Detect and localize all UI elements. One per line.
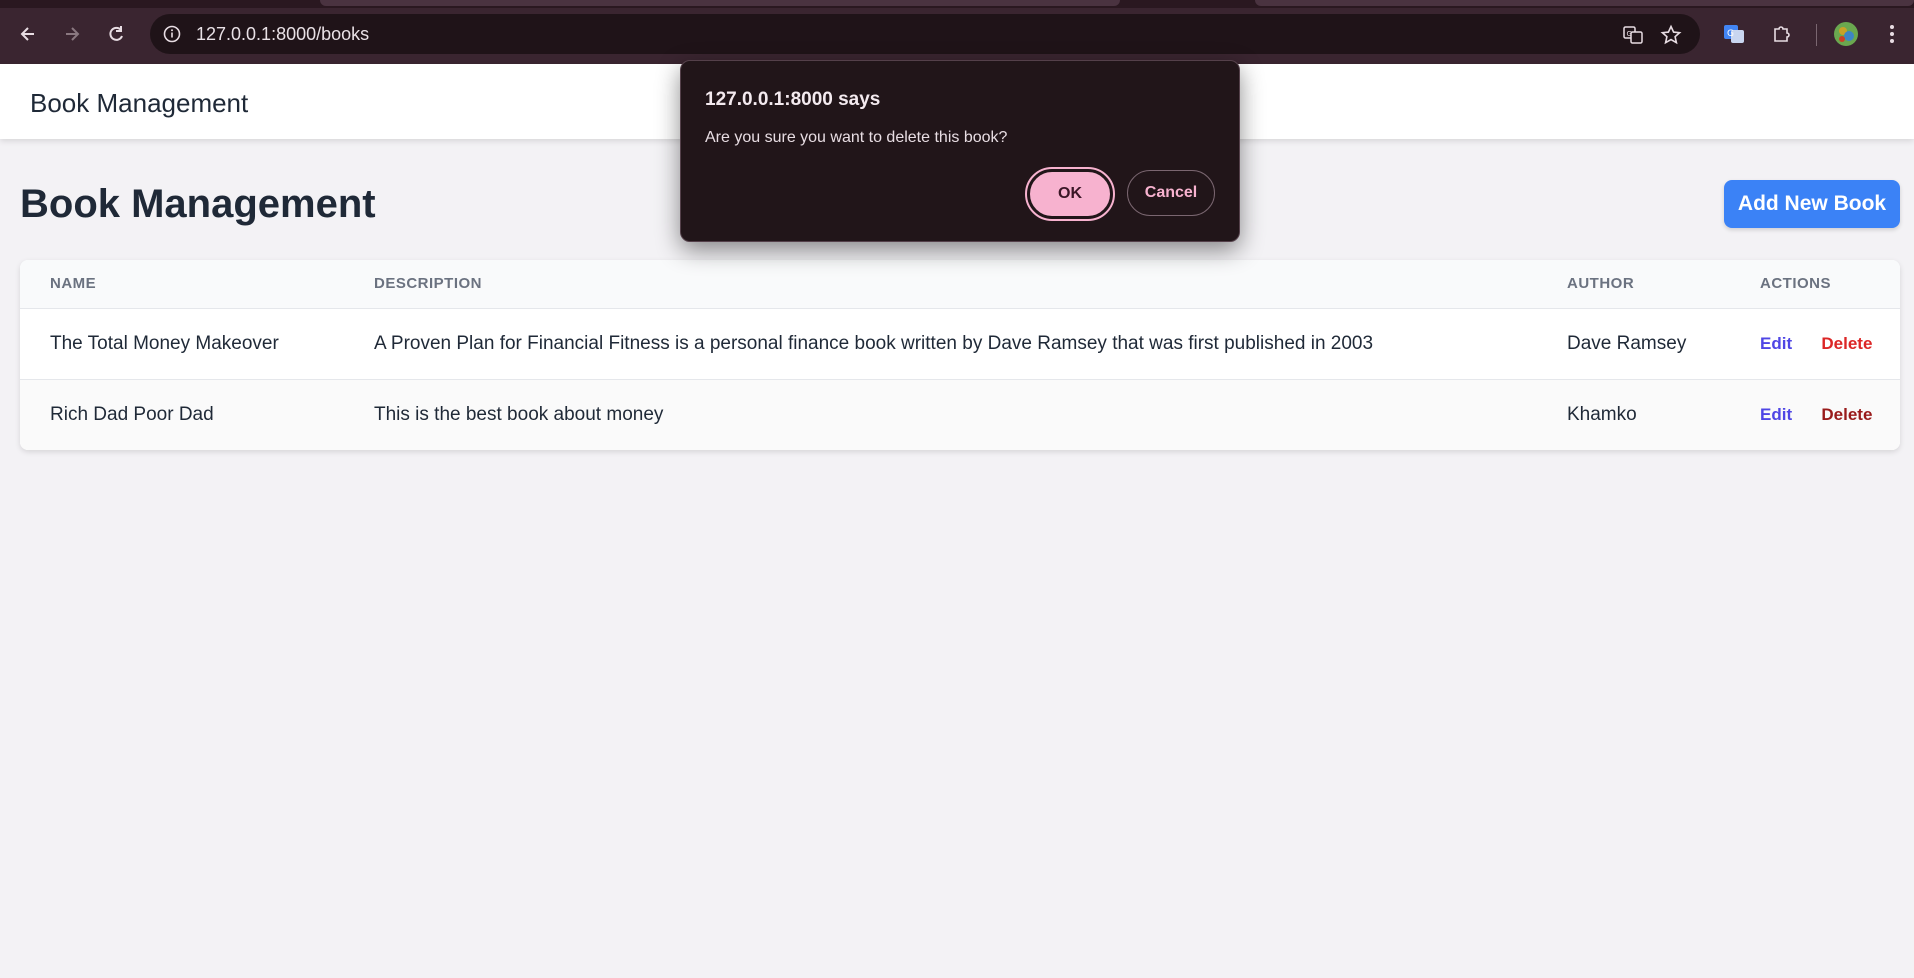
bookmark-star-icon[interactable] — [1660, 24, 1682, 46]
table-header-row: NAME DESCRIPTION AUTHOR ACTIONS — [20, 260, 1900, 308]
table-row: The Total Money Makeover A Proven Plan f… — [20, 308, 1900, 379]
book-author-cell: Dave Ramsey — [1567, 332, 1687, 354]
column-header-description: DESCRIPTION — [374, 275, 483, 293]
url-text[interactable]: 127.0.0.1:8000/books — [196, 24, 369, 45]
add-new-book-button[interactable]: Add New Book — [1724, 180, 1900, 228]
browser-toolbar: 127.0.0.1:8000/books G G — [0, 0, 1914, 64]
book-description-cell: This is the best book about money — [374, 403, 664, 425]
tab-strip — [0, 0, 1914, 8]
edit-link[interactable]: Edit — [1760, 334, 1792, 353]
tab[interactable] — [320, 0, 1120, 6]
svg-text:G: G — [1727, 29, 1734, 39]
tab[interactable] — [1255, 0, 1914, 6]
confirm-dialog: 127.0.0.1:8000 says Are you sure you wan… — [680, 60, 1240, 242]
ok-button[interactable]: OK — [1025, 167, 1115, 221]
actions-cell: Edit Delete — [1730, 379, 1900, 450]
column-header-author: AUTHOR — [1567, 275, 1635, 293]
toolbar-divider — [1816, 24, 1817, 46]
forward-icon[interactable] — [56, 18, 88, 50]
dialog-message: Are you sure you want to delete this boo… — [705, 129, 1008, 146]
extensions-puzzle-icon[interactable] — [1768, 20, 1796, 48]
site-info-icon[interactable] — [162, 24, 182, 44]
page-title: Book Management — [20, 182, 376, 226]
profile-avatar[interactable] — [1832, 20, 1860, 48]
google-translate-extension-icon[interactable]: G — [1720, 20, 1748, 48]
more-vert-icon[interactable] — [1878, 20, 1906, 48]
svg-text:G: G — [1627, 30, 1632, 38]
book-description-cell: A Proven Plan for Financial Fitness is a… — [374, 332, 1374, 354]
app-brand[interactable]: Book Management — [30, 88, 248, 119]
actions-cell: Edit Delete — [1730, 308, 1900, 379]
column-header-actions: ACTIONS — [1760, 275, 1831, 293]
reload-icon[interactable] — [100, 18, 132, 50]
delete-link[interactable]: Delete — [1821, 405, 1872, 424]
book-name-cell: Rich Dad Poor Dad — [50, 403, 214, 425]
table-row: Rich Dad Poor Dad This is the best book … — [20, 379, 1900, 450]
edit-link[interactable]: Edit — [1760, 405, 1792, 424]
books-table: NAME DESCRIPTION AUTHOR ACTIONS The Tota… — [20, 260, 1900, 450]
delete-link[interactable]: Delete — [1821, 334, 1872, 353]
book-name-cell: The Total Money Makeover — [50, 332, 279, 354]
address-bar[interactable]: 127.0.0.1:8000/books G — [150, 14, 1700, 54]
translate-icon[interactable]: G — [1622, 24, 1644, 46]
cancel-button[interactable]: Cancel — [1127, 170, 1215, 216]
book-author-cell: Khamko — [1567, 403, 1637, 425]
dialog-origin: 127.0.0.1:8000 says — [705, 89, 881, 110]
column-header-name: NAME — [50, 275, 97, 293]
back-icon[interactable] — [12, 18, 44, 50]
